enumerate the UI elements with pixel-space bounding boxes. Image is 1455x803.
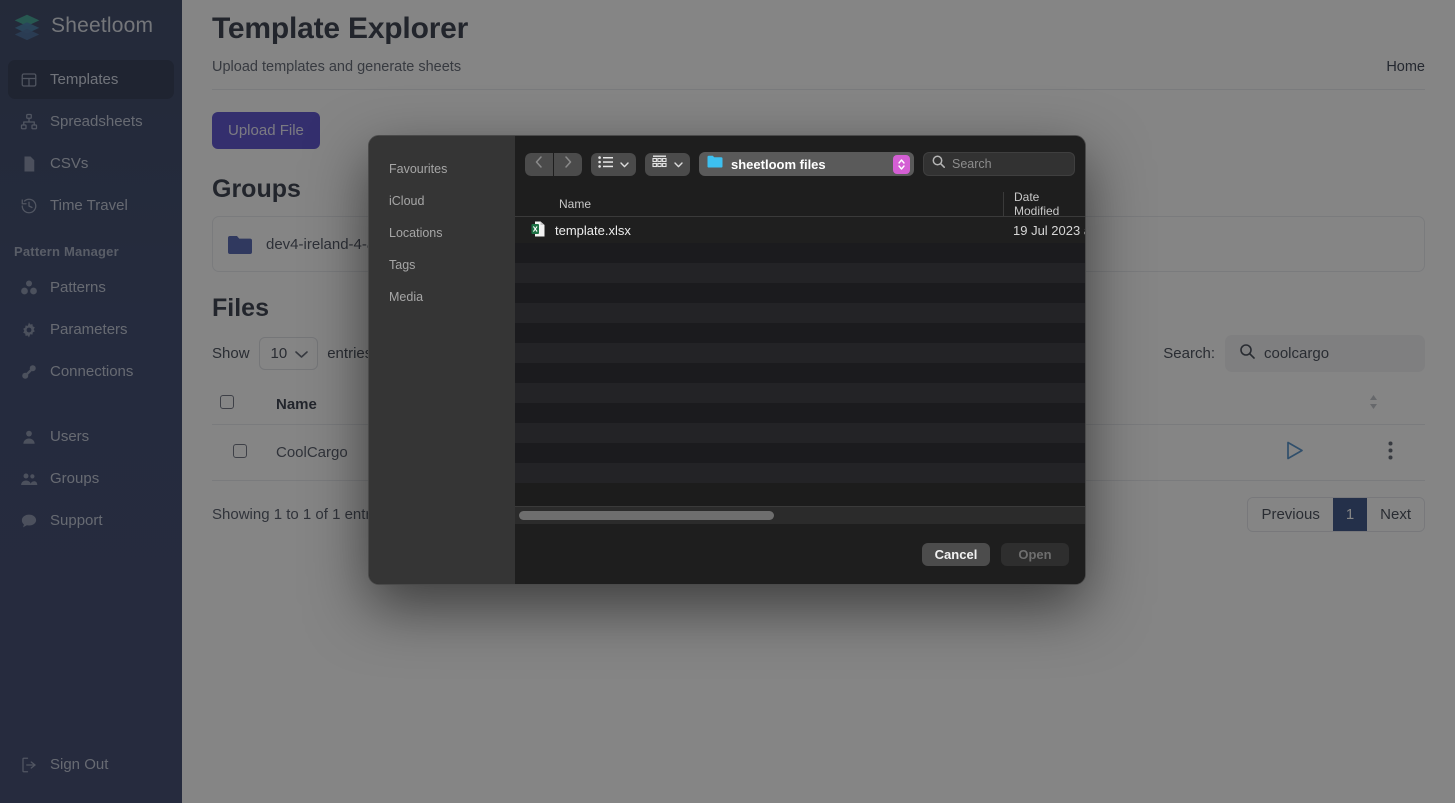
excel-file-icon xyxy=(531,221,545,240)
path-selector[interactable]: sheetloom files xyxy=(699,152,914,176)
file-picker-toolbar: sheetloom files xyxy=(515,136,1085,192)
list-item xyxy=(515,303,1085,323)
chevron-down-icon xyxy=(674,155,683,173)
list-view-icon xyxy=(598,155,613,173)
file-list-item[interactable]: template.xlsx 19 Jul 2023 a xyxy=(515,217,1085,243)
sidebar-item-locations[interactable]: Locations xyxy=(369,217,515,249)
forward-button[interactable] xyxy=(554,152,582,176)
chevron-left-icon xyxy=(535,155,543,173)
app-root: Sheetloom Templates Spreadsheets CSVs xyxy=(0,0,1455,803)
file-picker-footer: Cancel Open xyxy=(515,524,1085,584)
list-item xyxy=(515,443,1085,463)
list-item xyxy=(515,383,1085,403)
file-list-body[interactable]: template.xlsx 19 Jul 2023 a xyxy=(515,217,1085,506)
list-item xyxy=(515,363,1085,383)
path-label: sheetloom files xyxy=(731,156,826,172)
folder-icon xyxy=(707,155,723,173)
chevron-right-icon xyxy=(564,155,572,173)
group-by-dropdown[interactable] xyxy=(645,152,690,176)
file-name-cell: template.xlsx xyxy=(515,221,1003,240)
open-button[interactable]: Open xyxy=(1001,542,1069,566)
view-mode-list-dropdown[interactable] xyxy=(591,152,636,176)
list-item xyxy=(515,463,1085,483)
back-button[interactable] xyxy=(525,152,553,176)
column-header-name[interactable]: Name xyxy=(515,197,1003,211)
list-item xyxy=(515,343,1085,363)
search-icon xyxy=(932,155,945,173)
sidebar-item-media[interactable]: Media xyxy=(369,281,515,313)
list-item xyxy=(515,403,1085,423)
file-date-cell: 19 Jul 2023 a xyxy=(1013,222,1085,238)
horizontal-scrollbar[interactable] xyxy=(515,506,1085,524)
file-name-label: template.xlsx xyxy=(555,222,631,238)
list-item xyxy=(515,423,1085,443)
nav-buttons xyxy=(525,152,582,176)
file-picker-search-input[interactable] xyxy=(952,157,1066,171)
cancel-button[interactable]: Cancel xyxy=(922,542,990,566)
file-picker-dialog: Favourites iCloud Locations Tags Media s… xyxy=(368,135,1086,585)
column-header-date-modified[interactable]: Date Modified xyxy=(1003,190,1085,218)
file-picker-sidebar: Favourites iCloud Locations Tags Media xyxy=(369,136,515,584)
scrollbar-thumb[interactable] xyxy=(519,511,774,520)
list-item xyxy=(515,323,1085,343)
list-item xyxy=(515,243,1085,263)
list-item xyxy=(515,263,1085,283)
up-down-stepper-icon[interactable] xyxy=(893,154,910,174)
sidebar-item-icloud[interactable]: iCloud xyxy=(369,185,515,217)
file-picker-search[interactable] xyxy=(923,152,1075,176)
file-picker-main: sheetloom files Name Date Modified xyxy=(515,136,1085,584)
file-list-header: Name Date Modified xyxy=(515,190,1085,218)
group-view-icon xyxy=(652,155,667,173)
list-item xyxy=(515,283,1085,303)
sidebar-item-tags[interactable]: Tags xyxy=(369,249,515,281)
chevron-down-icon xyxy=(620,155,629,173)
sidebar-item-favourites[interactable]: Favourites xyxy=(369,153,515,185)
